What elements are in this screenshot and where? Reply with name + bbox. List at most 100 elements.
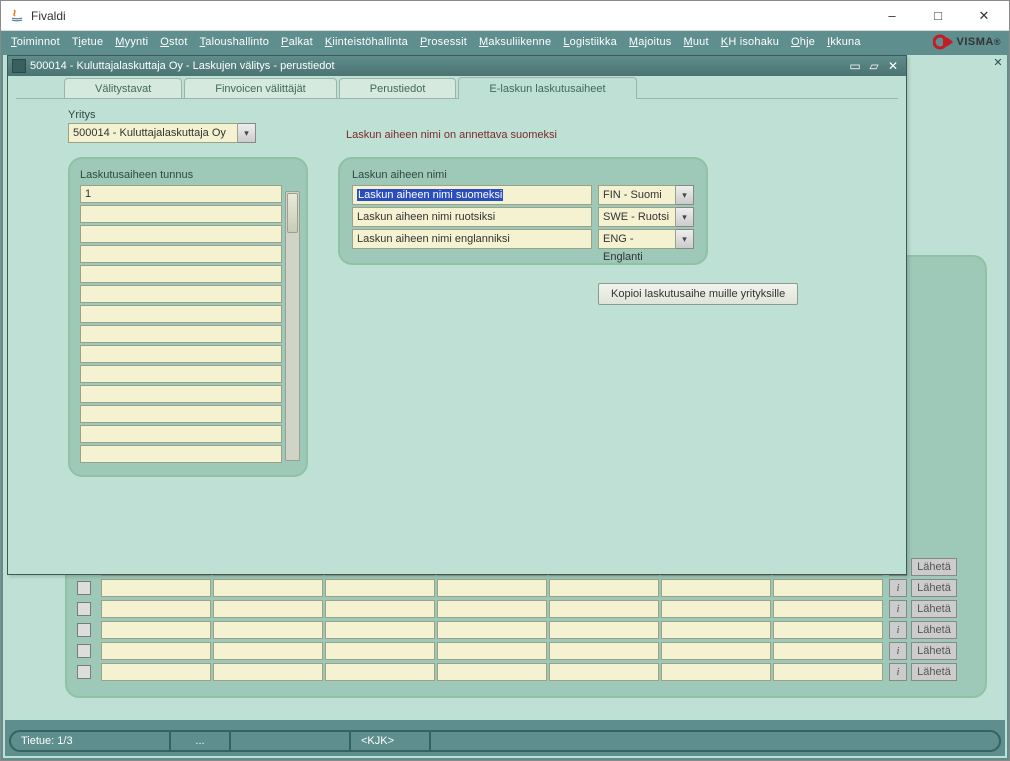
list-row[interactable] [80, 345, 282, 363]
grid-cell[interactable] [773, 600, 883, 618]
row-send-button[interactable]: Lähetä [911, 621, 957, 639]
grid-cell[interactable] [325, 663, 435, 681]
tab-valitystavat[interactable]: Välitystavat [64, 78, 182, 98]
language-select[interactable]: FIN - Suomi▾ [598, 185, 694, 205]
grid-cell[interactable] [773, 579, 883, 597]
menu-logistiikka[interactable]: Logistiikka [557, 31, 623, 53]
grid-cell[interactable] [661, 579, 771, 597]
list-row[interactable] [80, 245, 282, 263]
name-field[interactable]: Laskun aiheen nimi ruotsiksi [352, 207, 592, 227]
menu-tietue[interactable]: Tietue [66, 31, 109, 53]
internal-maximize-button[interactable]: ▱ [865, 58, 883, 74]
grid-cell[interactable] [661, 600, 771, 618]
grid-cell[interactable] [773, 621, 883, 639]
row-send-button[interactable]: Lähetä [911, 558, 957, 576]
grid-cell[interactable] [213, 579, 323, 597]
grid-cell[interactable] [437, 600, 547, 618]
row-checkbox[interactable] [77, 644, 91, 658]
list-row[interactable]: 1 [80, 185, 282, 203]
workspace-close-icon[interactable]: ✕ [991, 55, 1005, 69]
grid-cell[interactable] [661, 642, 771, 660]
internal-close-button[interactable]: ✕ [884, 58, 902, 74]
language-select[interactable]: SWE - Ruotsi▾ [598, 207, 694, 227]
grid-cell[interactable] [325, 621, 435, 639]
row-info-button[interactable]: i [889, 579, 907, 597]
row-checkbox[interactable] [77, 602, 91, 616]
internal-minimize-button[interactable]: ▭ [846, 58, 864, 74]
grid-cell[interactable] [437, 642, 547, 660]
list-row[interactable] [80, 305, 282, 323]
row-checkbox[interactable] [77, 581, 91, 595]
row-info-button[interactable]: i [889, 621, 907, 639]
list-row[interactable] [80, 425, 282, 443]
row-send-button[interactable]: Lähetä [911, 663, 957, 681]
menu-toiminnot[interactable]: Toiminnot [5, 31, 66, 53]
list-row[interactable] [80, 205, 282, 223]
grid-cell[interactable] [549, 600, 659, 618]
name-field[interactable]: Laskun aiheen nimi suomeksi [352, 185, 592, 205]
menu-muut[interactable]: Muut [677, 31, 714, 53]
grid-cell[interactable] [549, 663, 659, 681]
maximize-button[interactable]: □ [915, 2, 961, 30]
minimize-button[interactable]: – [869, 2, 915, 30]
grid-cell[interactable] [437, 579, 547, 597]
tab-finvoicen-valittajat[interactable]: Finvoicen välittäjät [184, 78, 337, 98]
list-row[interactable] [80, 325, 282, 343]
name-field[interactable]: Laskun aiheen nimi englanniksi [352, 229, 592, 249]
copy-button[interactable]: Kopioi laskutusaihe muille yrityksille [598, 283, 798, 305]
row-info-button[interactable]: i [889, 600, 907, 618]
row-checkbox[interactable] [77, 623, 91, 637]
list-row[interactable] [80, 385, 282, 403]
row-send-button[interactable]: Lähetä [911, 579, 957, 597]
grid-cell[interactable] [213, 642, 323, 660]
list-row[interactable] [80, 365, 282, 383]
dropdown-icon[interactable]: ▾ [676, 207, 694, 227]
grid-cell[interactable] [101, 621, 211, 639]
row-send-button[interactable]: Lähetä [911, 600, 957, 618]
menu-majoitus[interactable]: Majoitus [623, 31, 678, 53]
menu-maksuliikenne[interactable]: Maksuliikenne [473, 31, 557, 53]
menu-ohje[interactable]: Ohje [785, 31, 821, 53]
row-send-button[interactable]: Lähetä [911, 642, 957, 660]
menu-ostot[interactable]: Ostot [154, 31, 193, 53]
list-row[interactable] [80, 405, 282, 423]
scrollbar-thumb[interactable] [287, 193, 298, 233]
menu-kh-isohaku[interactable]: KH isohaku [715, 31, 785, 53]
close-button[interactable]: ✕ [961, 2, 1007, 30]
row-info-button[interactable]: i [889, 663, 907, 681]
menu-taloushallinto[interactable]: Taloushallinto [194, 31, 275, 53]
grid-cell[interactable] [213, 621, 323, 639]
tab-elaskun-laskutusaiheet[interactable]: E-laskun laskutusaiheet [458, 77, 636, 99]
grid-cell[interactable] [549, 579, 659, 597]
laskutusaihe-listbox[interactable]: 1 [80, 185, 282, 465]
grid-cell[interactable] [661, 621, 771, 639]
grid-cell[interactable] [101, 600, 211, 618]
list-row[interactable] [80, 285, 282, 303]
dropdown-icon[interactable]: ▾ [676, 229, 694, 249]
grid-cell[interactable] [773, 663, 883, 681]
grid-cell[interactable] [549, 642, 659, 660]
menu-prosessit[interactable]: Prosessit [414, 31, 473, 53]
grid-cell[interactable] [213, 600, 323, 618]
tab-perustiedot[interactable]: Perustiedot [339, 78, 457, 98]
grid-cell[interactable] [101, 663, 211, 681]
internal-titlebar[interactable]: 500014 - Kuluttajalaskuttaja Oy - Laskuj… [8, 56, 906, 76]
dropdown-icon[interactable]: ▾ [238, 123, 256, 143]
grid-cell[interactable] [549, 621, 659, 639]
grid-cell[interactable] [325, 600, 435, 618]
company-select[interactable]: 500014 - Kuluttajalaskuttaja Oy ▾ [68, 123, 256, 143]
menu-kiinteistohallinta[interactable]: Kiinteistöhallinta [319, 31, 414, 53]
grid-cell[interactable] [437, 621, 547, 639]
list-row[interactable] [80, 265, 282, 283]
menu-myynti[interactable]: Myynti [109, 31, 154, 53]
grid-cell[interactable] [101, 642, 211, 660]
row-checkbox[interactable] [77, 665, 91, 679]
row-info-button[interactable]: i [889, 642, 907, 660]
menu-ikkuna[interactable]: Ikkuna [821, 31, 867, 53]
grid-cell[interactable] [325, 579, 435, 597]
grid-cell[interactable] [661, 663, 771, 681]
language-select[interactable]: ENG - Englanti▾ [598, 229, 694, 249]
grid-cell[interactable] [773, 642, 883, 660]
grid-cell[interactable] [325, 642, 435, 660]
grid-cell[interactable] [101, 579, 211, 597]
